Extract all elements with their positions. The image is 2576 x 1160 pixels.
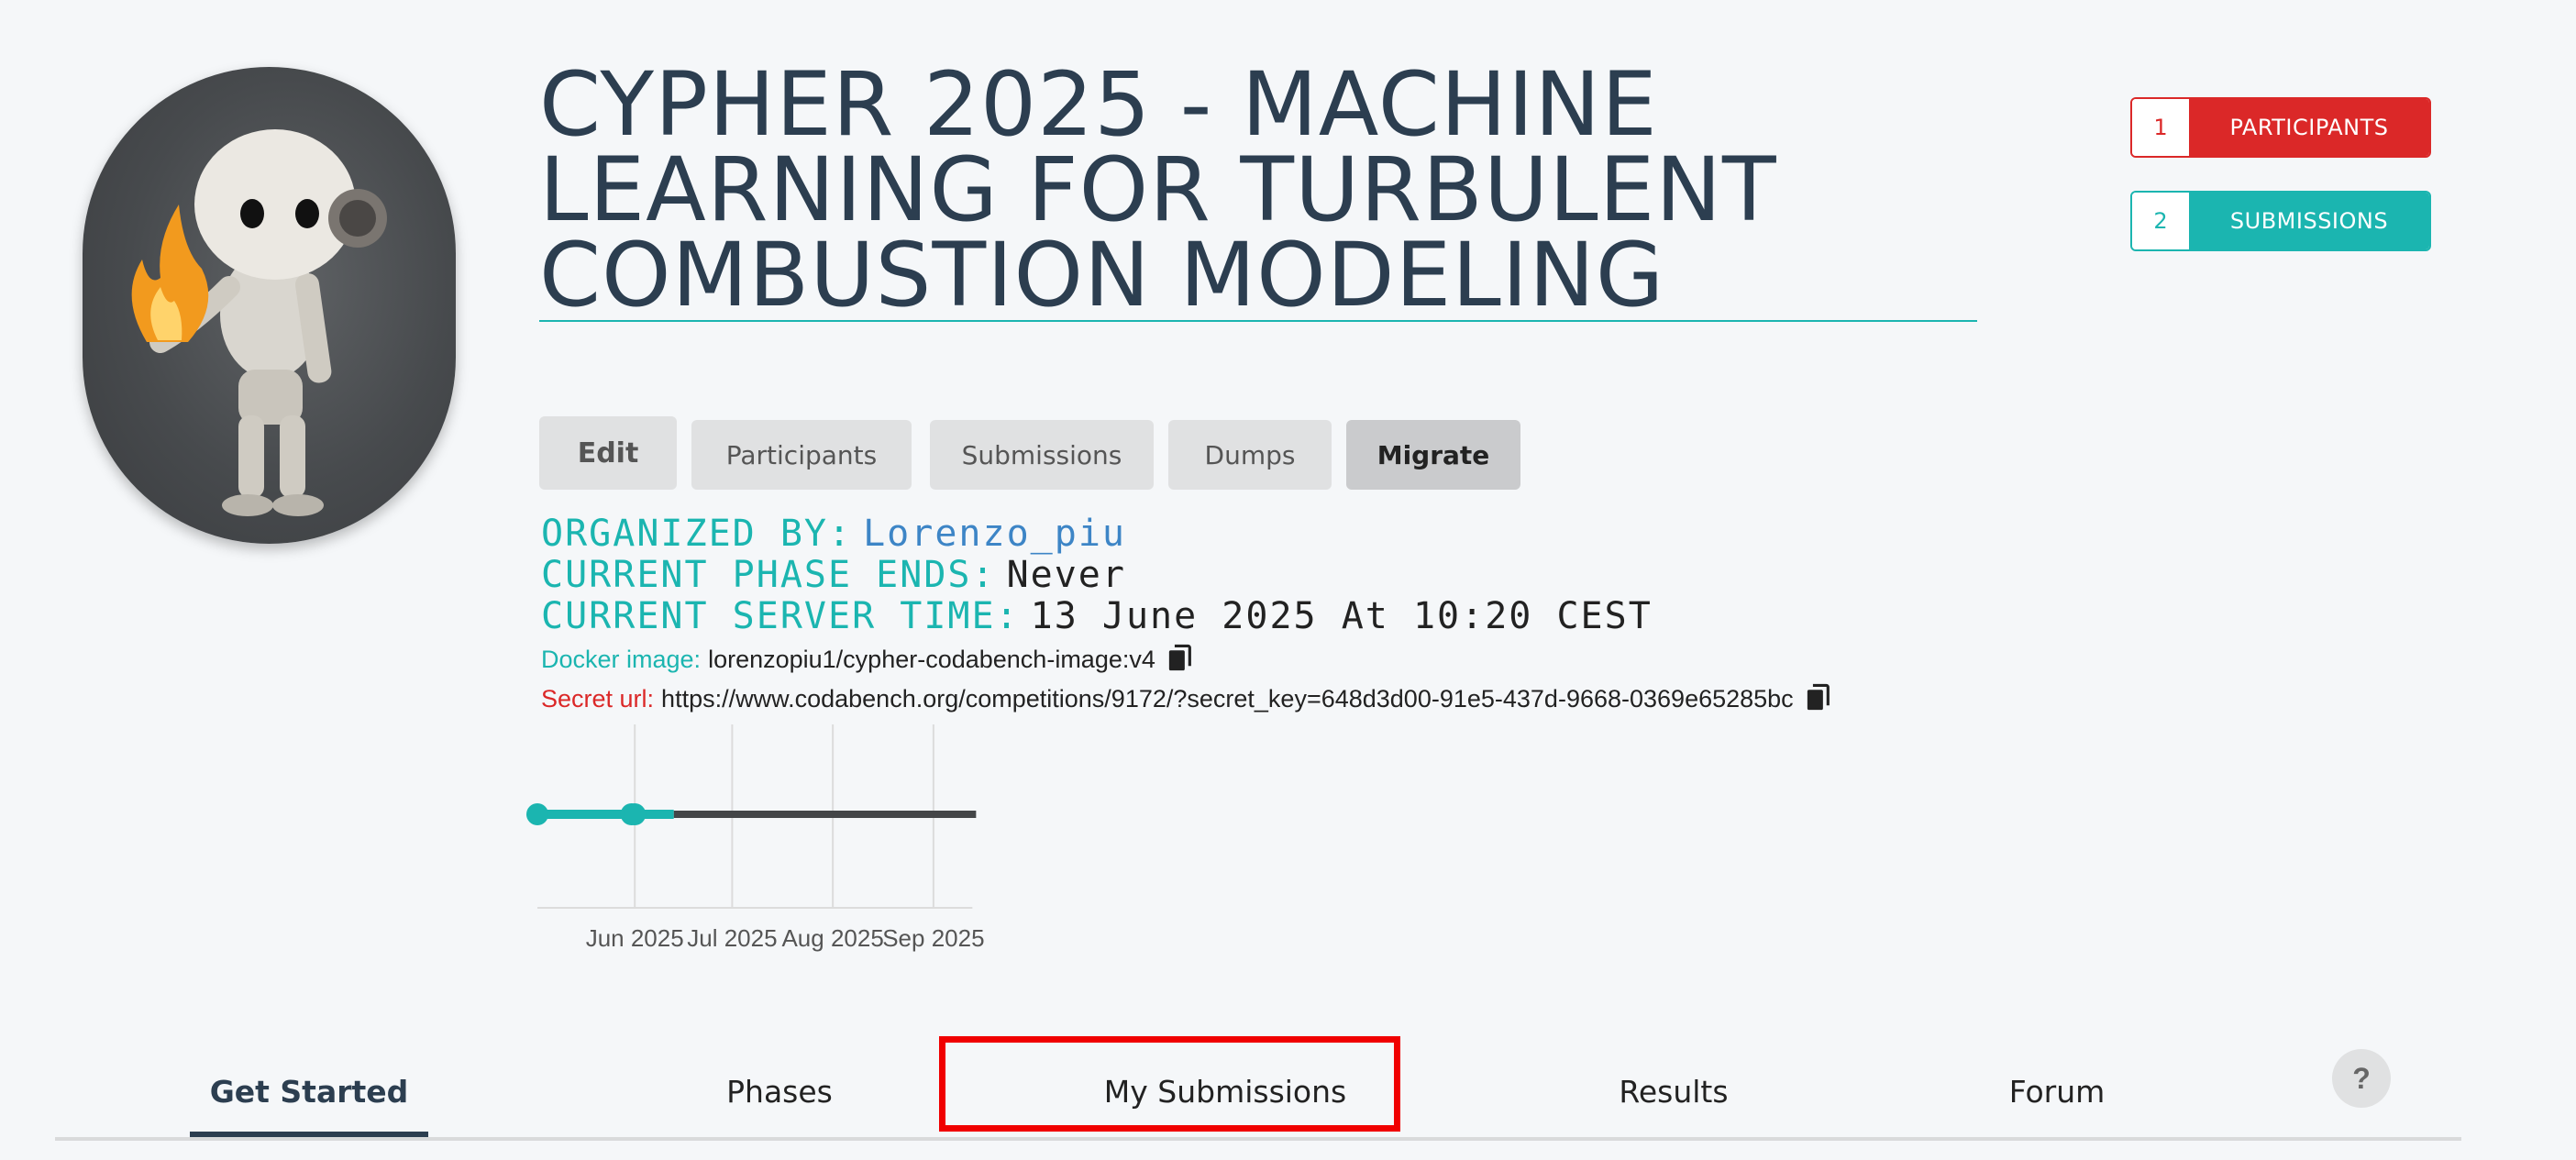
server-time-row: CURRENT SERVER TIME: 13 June 2025 At 10:2… <box>541 596 1653 636</box>
submissions-label: SUBMISSIONS <box>2189 193 2429 249</box>
timeline-axis-label: Jun 2025 <box>586 924 684 952</box>
phase-timeline: Jun 2025 Jul 2025 Aug 2025Sep 2025 <box>526 724 985 952</box>
tab-phases[interactable]: Phases <box>642 1064 917 1119</box>
highlight-box <box>939 1036 1400 1132</box>
active-tab-indicator <box>190 1132 428 1137</box>
copy-icon[interactable] <box>1166 644 1194 675</box>
participants-button[interactable]: Participants <box>691 420 912 490</box>
tab-results[interactable]: Results <box>1536 1064 1811 1119</box>
phase-ends-label: CURRENT PHASE ENDS: <box>541 554 996 596</box>
timeline-phase-marker <box>624 803 647 825</box>
timeline-axis-label: Jul 2025 <box>687 924 777 952</box>
timeline-phase-marker <box>526 803 548 825</box>
docker-image-row: Docker image: lorenzopiu1/cypher-codaben… <box>541 644 1194 675</box>
server-time-value: 13 June 2025 At 10:20 CEST <box>1030 595 1653 637</box>
participants-count: 1 <box>2132 99 2189 156</box>
tab-forum[interactable]: Forum <box>1919 1064 2195 1119</box>
robot-holding-flame-icon <box>131 129 387 516</box>
organizer-link[interactable]: Lorenzo_piu <box>863 513 1126 555</box>
phase-ends-value: Never <box>1006 554 1126 596</box>
submissions-button[interactable]: Submissions <box>930 420 1154 490</box>
docker-image-label: Docker image: <box>541 646 702 673</box>
participants-count-button[interactable]: 1 PARTICIPANTS <box>2130 97 2431 158</box>
timeline-axis-label: Aug 2025 <box>781 924 883 952</box>
dumps-button[interactable]: Dumps <box>1168 420 1332 490</box>
migrate-button[interactable]: Migrate <box>1346 420 1520 490</box>
edit-button[interactable]: Edit <box>539 416 677 490</box>
competition-logo <box>83 67 456 544</box>
tab-get-started[interactable]: Get Started <box>171 1064 447 1119</box>
participants-label: PARTICIPANTS <box>2189 99 2429 156</box>
organized-by-row: ORGANIZED BY: Lorenzo_piu <box>541 514 1126 554</box>
help-button[interactable]: ? <box>2332 1049 2391 1108</box>
organized-by-label: ORGANIZED BY: <box>541 513 853 555</box>
timeline-axis-label: Sep 2025 <box>882 924 984 952</box>
competition-title: CYPHER 2025 - MACHINE LEARNING FOR TURBU… <box>539 61 1977 322</box>
server-time-label: CURRENT SERVER TIME: <box>541 595 1020 637</box>
submissions-count: 2 <box>2132 193 2189 249</box>
docker-image-value: lorenzopiu1/cypher-codabench-image:v4 <box>708 646 1155 673</box>
phase-ends-row: CURRENT PHASE ENDS: Never <box>541 555 1126 595</box>
submissions-count-button[interactable]: 2 SUBMISSIONS <box>2130 191 2431 251</box>
